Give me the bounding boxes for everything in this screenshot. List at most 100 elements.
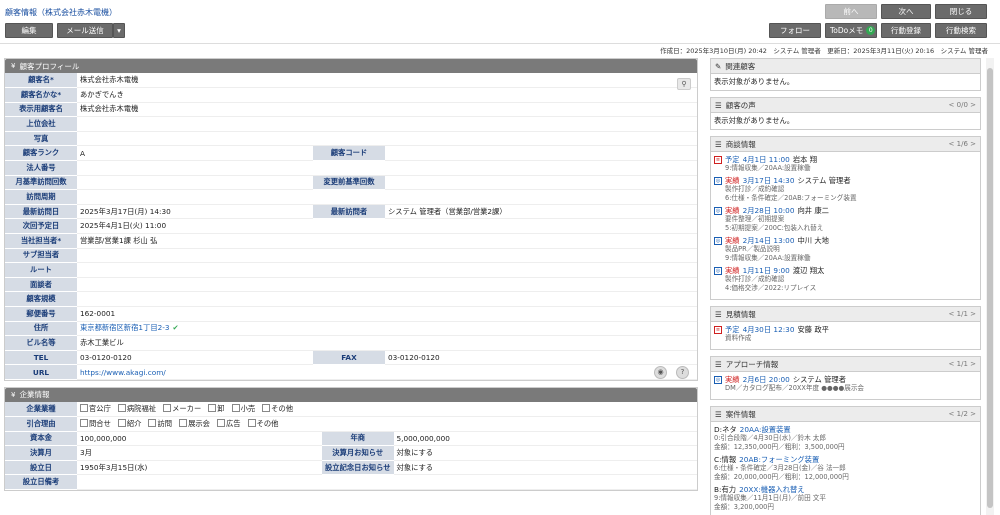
- activity-item[interactable]: ◎ 実績 2月6日 20:00 システム 管理者 DM／カタログ配布／20XX年度 ●●…: [714, 375, 977, 393]
- todo-count-badge: 0: [866, 26, 876, 35]
- profile-row: 当社担当者* 営業部/営業1課 杉山 弘: [5, 233, 697, 249]
- field-value: 3月: [77, 445, 322, 461]
- company-header[interactable]: ¥ 企業情報: [5, 387, 697, 402]
- deal-name[interactable]: 20AB:フォーミング装置: [739, 455, 819, 464]
- record-meta: 作成日：2025年3月10日(月) 20:42 システム 管理者 更新日：202…: [660, 47, 988, 55]
- history-panel: ☰ 商談情報 < 1/6 > ≡ 予定 4月1日 11:00 岩本 翔 9:情報収集／20A…: [710, 136, 981, 300]
- quote-pager[interactable]: < 1/1 >: [949, 310, 976, 318]
- activity-sub: 要件整理／初期提案: [725, 215, 785, 223]
- company-title: 企業情報: [19, 390, 50, 400]
- activity-item[interactable]: ◎ 実績 2月28日 10:00 向井 康二 要件整理／初期提案 5:初期提案／200C:…: [714, 206, 977, 233]
- profile-header[interactable]: ¥ 顧客プロフィール: [5, 59, 697, 73]
- scrollbar[interactable]: [986, 58, 994, 515]
- profile-row: TEL 03-0120-0120 FAX 03-0120-0120: [5, 350, 697, 366]
- activity-date[interactable]: 2月6日 20:00: [743, 375, 790, 384]
- activity-date[interactable]: 4月30日 12:30: [743, 325, 795, 334]
- deals-pager[interactable]: < 1/2 >: [949, 410, 976, 418]
- field-value-empty: [307, 73, 697, 89]
- field-label: 設立日: [5, 460, 77, 476]
- field-value-empty: [307, 131, 697, 147]
- option-checkbox[interactable]: 小売: [232, 404, 256, 414]
- option-checkbox[interactable]: 問合せ: [80, 419, 111, 429]
- company-row: 設立日備考: [5, 474, 697, 491]
- activity-register-button[interactable]: 行動登録: [881, 23, 931, 38]
- approach-pager[interactable]: < 1/1 >: [949, 360, 976, 368]
- field-value: 営業部/営業1課 杉山 弘: [77, 233, 307, 249]
- activity-line: 予定 4月1日 11:00 岩本 翔: [725, 155, 977, 164]
- option-checkbox[interactable]: 紹介: [118, 419, 142, 429]
- option-checkbox[interactable]: 展示会: [179, 419, 210, 429]
- deal-item[interactable]: D:ネタ 20AA:設置装置 0:引合段階／4月30日(水)／鈴木 太郎 金額：12,…: [714, 425, 977, 452]
- field-label: ビル名等: [5, 335, 77, 351]
- deals-list: D:ネタ 20AA:設置装置 0:引合段階／4月30日(水)／鈴木 太郎 金額：12,…: [711, 422, 980, 515]
- option-checkbox[interactable]: その他: [262, 404, 293, 414]
- deal-sub2: 金額：3,200,000円: [714, 503, 774, 511]
- close-button[interactable]: 閉じる: [935, 4, 987, 19]
- search-icon[interactable]: ⚲: [677, 78, 691, 90]
- field-value-empty: [307, 262, 697, 278]
- deal-sub2: 金額：20,000,000円／粗利：12,000,000円: [714, 473, 849, 481]
- list-icon: ☰: [715, 409, 722, 419]
- option-checkbox[interactable]: メーカー: [163, 404, 201, 414]
- field-label: 引合理由: [5, 416, 77, 432]
- list-icon: ☰: [715, 100, 722, 110]
- activity-item[interactable]: ◎ 実績 2月14日 13:00 中川 大地 製品PR／製品説明 9:情報収集／20AA:…: [714, 236, 977, 263]
- edit-button[interactable]: 編集: [5, 23, 53, 38]
- todo-memo-button[interactable]: ToDoメモ 0: [825, 23, 877, 38]
- field-label: サブ担当者: [5, 248, 77, 264]
- result-icon: ◎: [714, 267, 722, 275]
- activity-item[interactable]: ◎ 実績 3月17日 14:30 システム 管理者 製作打診／成約確認 6:仕様・条件確定…: [714, 176, 977, 203]
- activity-item[interactable]: ≡ 予定 4月1日 11:00 岩本 翔 9:情報収集／20AA:設置稼働: [714, 155, 977, 173]
- option-checkbox[interactable]: 広告: [217, 419, 241, 429]
- field-value-empty: [307, 277, 697, 293]
- field-label: 顧客規模: [5, 291, 77, 307]
- follow-button[interactable]: フォロー: [769, 23, 821, 38]
- activity-item[interactable]: ≡ 予定 4月30日 12:30 安藤 政平 資料作成: [714, 325, 977, 343]
- field-value-empty: [307, 160, 697, 176]
- help-icon[interactable]: ?: [676, 365, 689, 379]
- activity-sub2: 9:情報収集／20AA:設置稼働: [725, 254, 811, 262]
- activity-date[interactable]: 1月11日 9:00: [743, 266, 790, 275]
- field-value-text: 赤木工業ビル: [80, 337, 124, 347]
- option-checkbox[interactable]: 官公庁: [80, 404, 111, 414]
- activity-date[interactable]: 3月17日 14:30: [743, 176, 795, 185]
- approach-title: アプローチ情報: [725, 359, 779, 369]
- activity-item[interactable]: ◎ 実績 1月11日 9:00 渡辺 翔太 製作打診／成約確認 4:価格交渉／2022:リ…: [714, 266, 977, 293]
- history-pager[interactable]: < 1/6 >: [949, 140, 976, 148]
- field-label: FAX: [313, 350, 385, 366]
- profile-row: 法人番号: [5, 160, 697, 176]
- field-value: システム 管理者（営業部/営業2課）: [385, 204, 697, 220]
- field-value: 5,000,000,000: [393, 431, 697, 447]
- field-value-text: あかぎでんき: [80, 89, 124, 99]
- mail-dropdown-button[interactable]: ▾: [113, 23, 125, 38]
- activity-sub2: 6:仕様・条件確定／20AB:フォーミング装置: [725, 194, 857, 202]
- voice-pager[interactable]: < 0/0 >: [949, 101, 976, 109]
- activity-search-button[interactable]: 行動検索: [935, 23, 987, 38]
- activity-date[interactable]: 2月28日 10:00: [743, 206, 795, 215]
- deal-item[interactable]: B:有力 20XX:機器入れ替え 9:情報収集／11月1日(月)／前田 文平 金額：3…: [714, 485, 977, 512]
- field-label: 設立記念日お知らせ: [322, 460, 394, 476]
- field-value-empty: [307, 87, 697, 103]
- option-checkbox[interactable]: 卸: [208, 404, 224, 414]
- prev-button[interactable]: 前へ: [825, 4, 877, 19]
- profile-row: ビル名等 赤木工業ビル: [5, 335, 697, 351]
- option-checkbox[interactable]: 病院福祉: [118, 404, 156, 414]
- field-value: 1950年3月15日(水): [77, 460, 322, 476]
- profile-row: 顧客名* 株式会社赤木電機: [5, 73, 697, 89]
- send-mail-button[interactable]: メール送信: [57, 23, 113, 38]
- next-button[interactable]: 次へ: [881, 4, 931, 19]
- activity-date[interactable]: 2月14日 13:00: [743, 236, 795, 245]
- deal-name[interactable]: 20XX:機器入れ替え: [739, 485, 805, 494]
- field-value-text[interactable]: 東京都新宿区新宿1丁目2-3: [80, 323, 170, 332]
- option-checkbox[interactable]: 訪問: [148, 419, 172, 429]
- field-value-text[interactable]: https://www.akagi.com/: [80, 368, 166, 377]
- deal-name[interactable]: 20AA:設置装置: [740, 425, 791, 434]
- activity-date[interactable]: 4月1日 11:00: [743, 155, 790, 164]
- deals-panel: ☰ 案件情報 < 1/2 > D:ネタ 20AA:設置装置 0:引合段階／4月30日(水…: [710, 406, 981, 515]
- globe-icon[interactable]: ◉: [654, 365, 667, 379]
- scrollbar-thumb[interactable]: [987, 68, 993, 508]
- activity-person: システム 管理者: [797, 176, 851, 185]
- activity-sub: 製作打診／成約確認: [725, 275, 785, 283]
- deal-item[interactable]: C:情報 20AB:フォーミング装置 6:仕様・条件確定／3月28日(金)／谷 法一…: [714, 455, 977, 482]
- option-checkbox[interactable]: その他: [248, 419, 279, 429]
